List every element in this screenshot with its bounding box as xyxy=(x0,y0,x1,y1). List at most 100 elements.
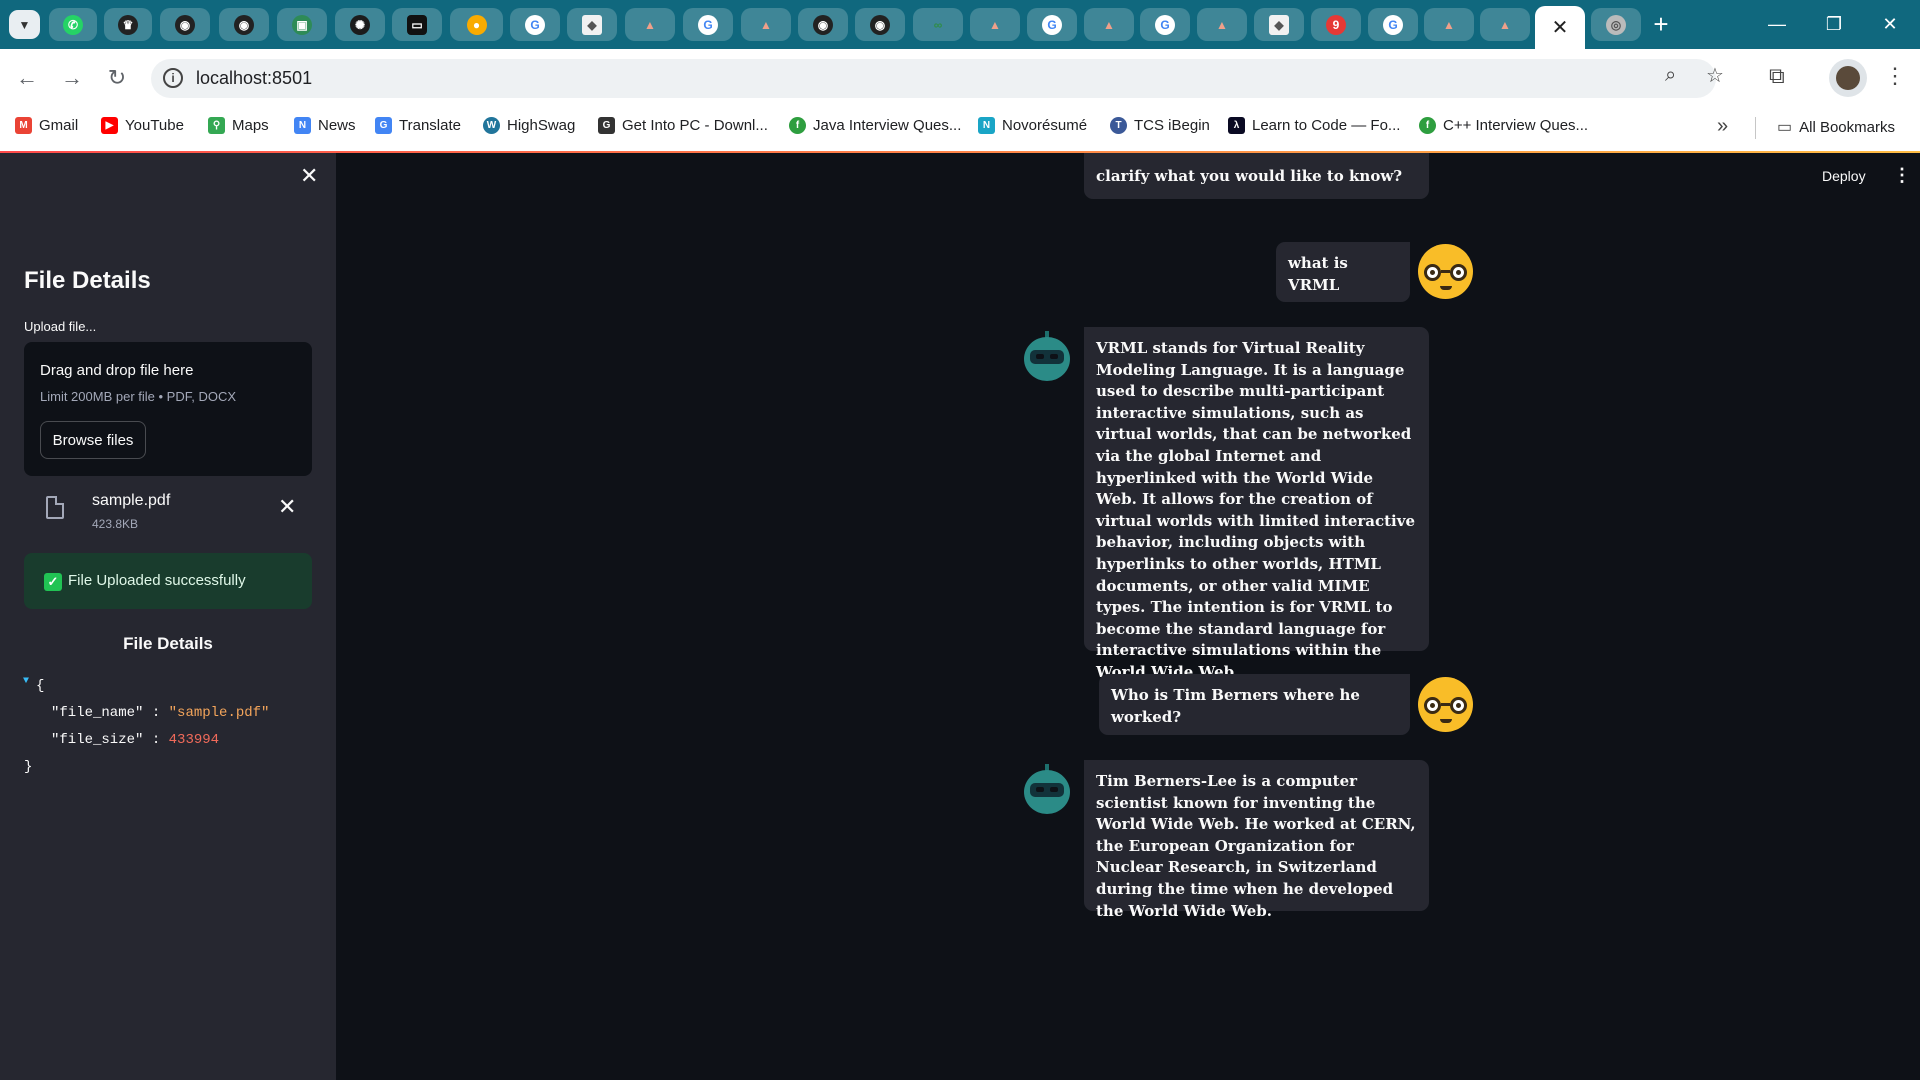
file-name: sample.pdf xyxy=(92,492,171,509)
tab-github-3[interactable]: ◉ xyxy=(798,8,848,41)
tab-app-dark[interactable]: ▭ xyxy=(392,8,442,41)
json-row-file-size: "file_size" : 433994 xyxy=(24,727,269,754)
json-key: "file_name" xyxy=(51,705,144,721)
tab-google-2[interactable]: G xyxy=(683,8,733,41)
bookmarks-divider xyxy=(1755,117,1756,139)
tab-search-button[interactable]: ▼ xyxy=(9,10,40,39)
cube-icon: ◆ xyxy=(1269,14,1289,35)
zoom-icon[interactable]: ⌕ xyxy=(1665,64,1676,87)
folder-icon: ▭ xyxy=(1777,119,1793,136)
site-info-icon[interactable]: i xyxy=(163,68,183,88)
bookmark-label: HighSwag xyxy=(507,117,576,134)
tab-google-4[interactable]: G xyxy=(1140,8,1190,41)
tab-github-4[interactable]: ◉ xyxy=(855,8,905,41)
back-icon[interactable]: ← xyxy=(12,63,42,93)
bookmark-news[interactable]: N News xyxy=(294,117,356,134)
tab-chrome[interactable]: ◎ xyxy=(1591,8,1641,41)
chat-message-partial: clarify what you would like to know? xyxy=(1084,153,1429,199)
more-bookmarks-icon[interactable]: » xyxy=(1717,115,1728,138)
bookmark-getintopc[interactable]: G Get Into PC - Downl... xyxy=(598,117,768,134)
robot-eye xyxy=(1050,787,1058,792)
tab-streamlit-6[interactable]: ▲ xyxy=(1424,8,1474,41)
collapse-caret-icon[interactable]: ▼ xyxy=(23,668,29,695)
bookmark-label: Maps xyxy=(232,117,269,134)
browser-menu-icon[interactable]: ⋮ xyxy=(1884,63,1906,89)
streamlit-icon: ▲ xyxy=(1103,17,1115,32)
bookmark-star-icon[interactable]: ☆ xyxy=(1706,63,1724,88)
streamlit-icon: ▲ xyxy=(989,17,1001,32)
bookmark-tcs[interactable]: T TCS iBegin xyxy=(1110,117,1210,134)
novoresume-icon: N xyxy=(978,117,995,134)
bookmark-maps[interactable]: ⚲ Maps xyxy=(208,117,269,134)
bookmark-label: Translate xyxy=(399,117,461,134)
new-tab-button[interactable]: + xyxy=(1646,10,1676,40)
bookmark-youtube[interactable]: ▶ YouTube xyxy=(101,117,184,134)
profile-avatar[interactable] xyxy=(1829,59,1867,97)
tab-cube-2[interactable]: ◆ xyxy=(1254,8,1304,41)
notification-badge: 9 xyxy=(1326,14,1346,35)
address-bar[interactable]: i localhost:8501 xyxy=(151,59,1716,98)
reload-icon[interactable]: ↻ xyxy=(102,63,132,93)
forward-icon[interactable]: → xyxy=(57,63,87,93)
tab-google-5[interactable]: G xyxy=(1368,8,1418,41)
close-sidebar-icon[interactable]: ✕ xyxy=(300,163,318,189)
tab-chatgpt[interactable]: ✺ xyxy=(335,8,385,41)
message-text: Tim Berners-Lee is a computer scientist … xyxy=(1096,772,1416,920)
bookmark-translate[interactable]: G Translate xyxy=(375,117,461,134)
bookmark-label: Learn to Code — Fo... xyxy=(1252,117,1401,134)
json-open-brace: { xyxy=(36,678,45,694)
remove-file-icon[interactable]: ✕ xyxy=(278,494,296,520)
deploy-button[interactable]: Deploy xyxy=(1822,168,1866,184)
getintopc-icon: G xyxy=(598,117,615,134)
tab-notification[interactable]: 9 xyxy=(1311,8,1361,41)
tab-streamlit-2[interactable]: ▲ xyxy=(741,8,791,41)
app-icon: ▭ xyxy=(407,14,427,35)
tab-streamlit-1[interactable]: ▲ xyxy=(625,8,675,41)
minimize-button[interactable]: — xyxy=(1757,10,1797,38)
success-message: File Uploaded successfully xyxy=(68,572,246,589)
close-window-button[interactable]: ✕ xyxy=(1870,10,1910,38)
tab-github-2[interactable]: ◉ xyxy=(219,8,269,41)
tab-google-1[interactable]: G xyxy=(510,8,560,41)
tab-app[interactable]: ♛ xyxy=(104,8,152,41)
all-bookmarks[interactable]: ▭ All Bookmarks xyxy=(1777,117,1895,137)
crown-icon: ♛ xyxy=(118,14,138,35)
close-tab-icon[interactable]: ✕ xyxy=(1552,15,1569,40)
extensions-icon[interactable]: ⧉ xyxy=(1769,63,1785,89)
streamlit-icon: ▲ xyxy=(760,17,772,32)
user-avatar xyxy=(1418,244,1473,299)
smile-icon xyxy=(1440,286,1452,290)
avatar xyxy=(1836,66,1860,90)
tab-whatsapp[interactable]: ✆ xyxy=(49,8,97,41)
github-icon: ◉ xyxy=(234,14,254,35)
streamlit-icon: ▲ xyxy=(1443,17,1455,32)
tab-active[interactable]: ✕ xyxy=(1535,6,1585,49)
tab-cube-1[interactable]: ◆ xyxy=(567,8,617,41)
browse-files-button[interactable]: Browse files xyxy=(40,421,146,459)
file-dropzone[interactable]: Drag and drop file here Limit 200MB per … xyxy=(24,342,312,476)
main-menu-icon[interactable]: ⋮ xyxy=(1893,165,1911,186)
tab-strip: ▼ ✆ ♛ ◉ ◉ ▣ ✺ ▭ ● G ◆ ▲ G ▲ ◉ ◉ ∞ ▲ G ▲ … xyxy=(0,0,1920,49)
tab-streamlit-7[interactable]: ▲ xyxy=(1480,8,1530,41)
tab-google-3[interactable]: G xyxy=(1027,8,1077,41)
tab-colab[interactable]: ● xyxy=(450,8,503,41)
bookmark-java[interactable]: f Java Interview Ques... xyxy=(789,117,961,134)
message-text: VRML stands for Virtual Reality Modeling… xyxy=(1096,339,1415,681)
tab-streamlit-4[interactable]: ▲ xyxy=(1084,8,1134,41)
bookmark-cpp[interactable]: f C++ Interview Ques... xyxy=(1419,117,1588,134)
tab-github-1[interactable]: ◉ xyxy=(160,8,210,41)
tab-app-green[interactable]: ▣ xyxy=(277,8,327,41)
tab-streamlit-5[interactable]: ▲ xyxy=(1197,8,1247,41)
restore-button[interactable]: ❐ xyxy=(1814,10,1854,38)
glasses-bridge xyxy=(1441,703,1450,706)
youtube-icon: ▶ xyxy=(101,117,118,134)
tab-geeks[interactable]: ∞ xyxy=(913,8,963,41)
bookmark-highswag[interactable]: W HighSwag xyxy=(483,117,575,134)
json-close-brace: } xyxy=(24,759,33,775)
bookmark-label: C++ Interview Ques... xyxy=(1443,117,1589,134)
url-text[interactable]: localhost:8501 xyxy=(196,68,312,89)
tab-streamlit-3[interactable]: ▲ xyxy=(970,8,1020,41)
bookmark-freecodecamp[interactable]: λ Learn to Code — Fo... xyxy=(1228,117,1400,134)
bookmark-novoresume[interactable]: N Novorésumé xyxy=(978,117,1087,134)
bookmark-gmail[interactable]: M Gmail xyxy=(15,117,78,134)
